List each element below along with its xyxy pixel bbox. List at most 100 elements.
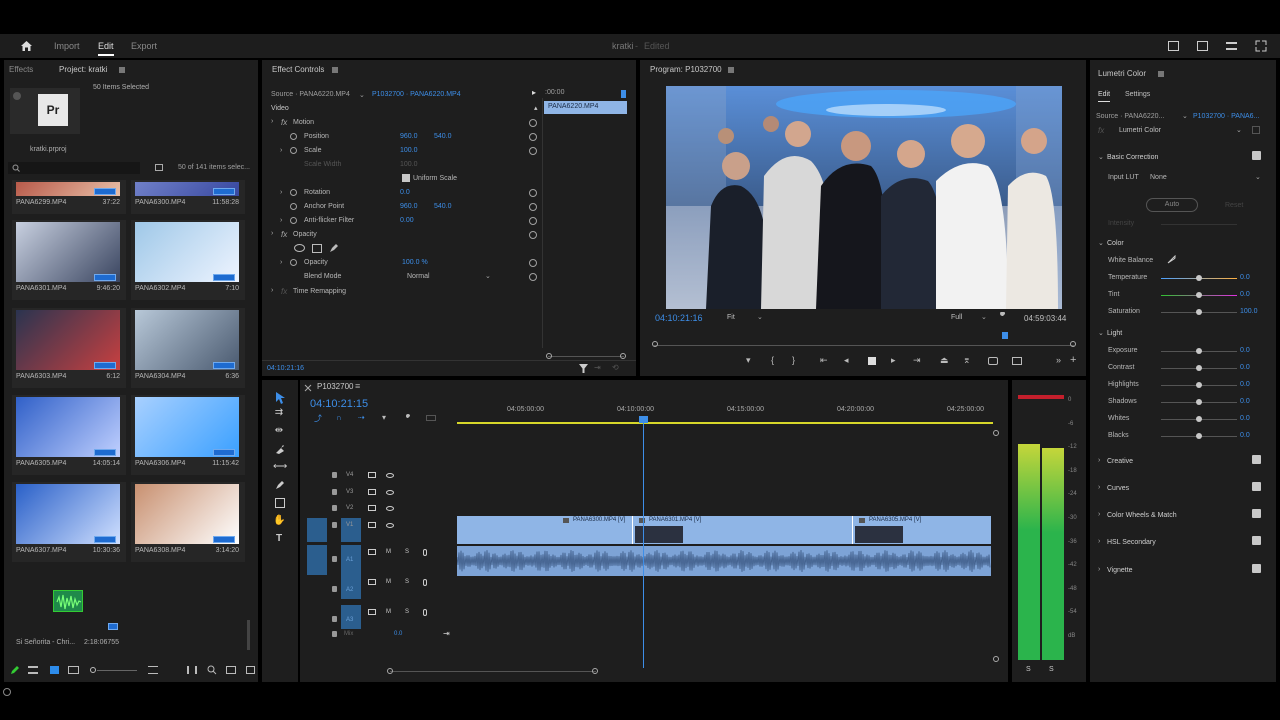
opacity-toggle-icon[interactable]: › bbox=[280, 259, 282, 266]
timeline-playhead[interactable] bbox=[643, 416, 644, 668]
ec-sequence[interactable]: P1032700 · PANA6220.MP4 bbox=[372, 91, 461, 98]
audio-source-patch[interactable] bbox=[307, 545, 327, 575]
extract-icon[interactable]: ⌆ bbox=[963, 355, 971, 366]
sync-lock-icon[interactable] bbox=[368, 609, 376, 615]
lumetri-effect-dropdown-icon[interactable]: ⌄ bbox=[1236, 126, 1242, 134]
scrubber-left-handle[interactable] bbox=[652, 341, 658, 347]
anchor-reset-icon[interactable] bbox=[529, 203, 537, 211]
zoom-slider[interactable] bbox=[97, 670, 137, 671]
quick-export-icon[interactable] bbox=[1168, 41, 1179, 51]
tint-slider-knob[interactable] bbox=[1196, 292, 1202, 298]
mark-out-icon[interactable]: } bbox=[792, 355, 795, 365]
stop-button[interactable] bbox=[868, 357, 876, 365]
ec-scroll-up-icon[interactable]: ▴ bbox=[534, 104, 538, 112]
ec-source-dropdown-icon[interactable]: ⌄ bbox=[359, 91, 365, 99]
hsl-secondary-checkbox[interactable] bbox=[1252, 536, 1261, 545]
program-timecode[interactable]: 04:10:21:16 bbox=[655, 313, 703, 323]
tint-value[interactable]: 0.0 bbox=[1240, 291, 1250, 298]
track-select-tool-icon[interactable]: ⇉ bbox=[273, 407, 285, 419]
play-button[interactable]: ▸ bbox=[891, 355, 896, 366]
scale-reset-icon[interactable] bbox=[529, 147, 537, 155]
lock-icon[interactable] bbox=[332, 505, 337, 511]
marker-icon[interactable]: ▾ bbox=[746, 355, 751, 366]
timeline-vscroll-top[interactable] bbox=[993, 430, 999, 436]
rectangle-tool-icon[interactable] bbox=[275, 498, 285, 508]
eye-icon[interactable] bbox=[386, 506, 394, 511]
ec-playhead[interactable] bbox=[621, 90, 626, 98]
highlights-value[interactable]: 0.0 bbox=[1240, 381, 1250, 388]
new-bin-bottom-icon[interactable] bbox=[226, 666, 236, 674]
hand-tool-icon[interactable]: ✋ bbox=[273, 515, 285, 527]
lumetri-effect-select[interactable]: Lumetri Color bbox=[1119, 127, 1161, 134]
lumetri-edit-tab[interactable]: Edit bbox=[1098, 91, 1110, 98]
rotation-stopwatch-icon[interactable] bbox=[290, 189, 297, 196]
creative-toggle-icon[interactable]: › bbox=[1098, 457, 1100, 464]
quality-dropdown-icon[interactable]: ⌄ bbox=[981, 313, 987, 321]
captions-icon[interactable] bbox=[426, 415, 436, 421]
source-patch[interactable] bbox=[307, 518, 327, 542]
workspaces-icon[interactable] bbox=[1226, 42, 1237, 50]
effect-controls-menu-icon[interactable] bbox=[332, 67, 338, 73]
lumetri-menu-icon[interactable] bbox=[1158, 71, 1164, 77]
ec-zoom-right-handle[interactable] bbox=[620, 353, 626, 359]
filmstrip-icon[interactable] bbox=[368, 489, 376, 495]
blend-mode-dropdown-icon[interactable]: ⌄ bbox=[485, 272, 491, 280]
new-item-icon[interactable] bbox=[246, 666, 255, 674]
vignette-checkbox[interactable] bbox=[1252, 564, 1261, 573]
contrast-value[interactable]: 0.0 bbox=[1240, 364, 1250, 371]
solo-button[interactable]: S bbox=[405, 579, 409, 585]
edit-tab[interactable]: Edit bbox=[98, 41, 114, 51]
temperature-slider-knob[interactable] bbox=[1196, 275, 1202, 281]
timeline-settings-icon[interactable] bbox=[403, 414, 412, 423]
search-input[interactable] bbox=[8, 162, 140, 174]
lumetri-settings-tab[interactable]: Settings bbox=[1125, 91, 1150, 98]
lumetri-tab[interactable]: Lumetri Color bbox=[1098, 69, 1146, 78]
highlights-slider-knob[interactable] bbox=[1196, 382, 1202, 388]
position-stopwatch-icon[interactable] bbox=[290, 133, 297, 140]
playhead-head[interactable] bbox=[639, 416, 648, 423]
clip-thumbnail-cell[interactable]: PANA6300.MP4 11:58:28 bbox=[131, 180, 245, 214]
project-scrollbar[interactable] bbox=[247, 620, 250, 650]
wheels-toggle-icon[interactable]: › bbox=[1098, 511, 1100, 518]
antiflicker-toggle-icon[interactable]: › bbox=[280, 217, 282, 224]
blacks-slider-knob[interactable] bbox=[1196, 433, 1202, 439]
mix-value[interactable]: 0.0 bbox=[394, 631, 402, 637]
eye-icon[interactable] bbox=[386, 490, 394, 495]
pencil-icon[interactable] bbox=[10, 666, 19, 675]
timeline-clip[interactable]: PANA6305.MP4 [V] bbox=[852, 516, 991, 544]
opacity-reset-icon[interactable] bbox=[529, 259, 537, 267]
audio-track-a1-clip[interactable] bbox=[456, 546, 991, 576]
creative-checkbox[interactable] bbox=[1252, 455, 1261, 464]
microphone-icon[interactable] bbox=[423, 549, 427, 556]
anchor-x[interactable]: 960.0 bbox=[400, 203, 418, 210]
hscroll-right-handle[interactable] bbox=[592, 668, 598, 674]
clip-thumbnail-cell[interactable]: PANA6307.MP4 10:30:36 bbox=[12, 482, 126, 562]
effect-controls-tab[interactable]: Effect Controls bbox=[272, 65, 324, 74]
linked-selection-icon[interactable]: ⇢ bbox=[358, 413, 365, 422]
slip-tool-icon[interactable]: ⟷ bbox=[273, 461, 287, 473]
ec-zoom-left-handle[interactable] bbox=[546, 353, 552, 359]
quality-select[interactable]: Full bbox=[951, 314, 962, 321]
hsl-secondary-header[interactable]: HSL Secondary bbox=[1107, 539, 1156, 546]
ec-zoom-bar[interactable] bbox=[548, 356, 624, 357]
mute-button[interactable]: M bbox=[386, 579, 391, 585]
contrast-slider-knob[interactable] bbox=[1196, 365, 1202, 371]
solo-left[interactable]: S bbox=[1026, 666, 1031, 673]
clip-thumbnail-cell[interactable]: PANA6299.MP4 37:22 bbox=[12, 180, 126, 214]
ec-export-icon[interactable]: ⇥ bbox=[594, 363, 601, 372]
position-y[interactable]: 540.0 bbox=[434, 133, 452, 140]
fit-select[interactable]: Fit bbox=[727, 314, 735, 321]
creative-header[interactable]: Creative bbox=[1107, 458, 1133, 465]
mix-end-icon[interactable]: ⇥ bbox=[443, 629, 450, 638]
find-icon[interactable] bbox=[207, 665, 217, 675]
lock-icon[interactable] bbox=[332, 586, 337, 592]
eye-icon[interactable] bbox=[386, 473, 394, 478]
sync-lock-icon[interactable] bbox=[368, 579, 376, 585]
scrubber-right-handle[interactable] bbox=[1070, 341, 1076, 347]
import-tab[interactable]: Import bbox=[54, 41, 80, 51]
shadows-slider-knob[interactable] bbox=[1196, 399, 1202, 405]
uniform-scale-checkbox[interactable] bbox=[402, 174, 410, 182]
rotation-reset-icon[interactable] bbox=[529, 189, 537, 197]
timeline-hscroll[interactable] bbox=[390, 671, 596, 672]
whites-slider-knob[interactable] bbox=[1196, 416, 1202, 422]
